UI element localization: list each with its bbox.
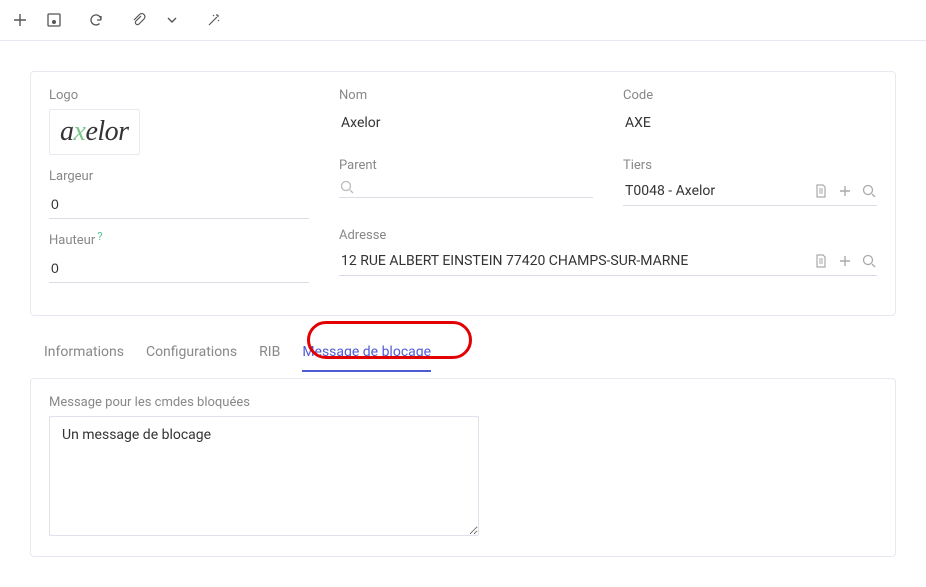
adresse-value[interactable]: 12 RUE ALBERT EINSTEIN 77420 CHAMPS-SUR-… bbox=[339, 249, 807, 273]
hauteur-label: Hauteur? bbox=[49, 233, 309, 248]
main-card: Logo axelor Largeur Hauteur? Nom Axelor … bbox=[30, 71, 896, 316]
largeur-label: Largeur bbox=[49, 169, 309, 184]
logo-field: Logo axelor bbox=[49, 88, 309, 155]
document-icon bbox=[813, 183, 829, 199]
hauteur-field: Hauteur? bbox=[49, 233, 309, 283]
tiers-value[interactable]: T0048 - Axelor bbox=[623, 179, 807, 203]
document-icon bbox=[813, 253, 829, 269]
plus-icon bbox=[837, 183, 853, 199]
toolbar bbox=[0, 0, 926, 41]
tab-configurations[interactable]: Configurations bbox=[146, 334, 237, 372]
adresse-label: Adresse bbox=[339, 228, 877, 243]
paperclip-icon bbox=[130, 12, 146, 28]
tab-informations[interactable]: Informations bbox=[44, 334, 124, 372]
adresse-field: Adresse 12 RUE ALBERT EINSTEIN 77420 CHA… bbox=[339, 228, 877, 283]
search-icon bbox=[339, 179, 355, 195]
tab-message-blocage[interactable]: Message de blocage bbox=[302, 334, 431, 372]
magic-button[interactable] bbox=[198, 6, 230, 34]
parent-value[interactable] bbox=[365, 183, 593, 191]
blocage-textarea[interactable] bbox=[49, 416, 479, 536]
code-value: AXE bbox=[623, 109, 877, 137]
tab-rib[interactable]: RIB bbox=[259, 334, 280, 372]
blocage-label: Message pour les cmdes bloquées bbox=[49, 395, 877, 410]
logo-part-x: x bbox=[74, 116, 86, 147]
tiers-field: Tiers T0048 - Axelor bbox=[623, 158, 877, 213]
refresh-button[interactable] bbox=[80, 6, 112, 34]
tiers-label: Tiers bbox=[623, 158, 877, 173]
tiers-open-icon[interactable] bbox=[813, 183, 829, 199]
parent-label: Parent bbox=[339, 158, 593, 173]
nom-value: Axelor bbox=[339, 109, 593, 137]
search-icon bbox=[861, 253, 877, 269]
dropdown-button[interactable] bbox=[156, 6, 188, 34]
tiers-search-icon[interactable] bbox=[861, 183, 877, 199]
nom-field: Nom Axelor bbox=[339, 88, 593, 144]
tiers-add-icon[interactable] bbox=[837, 183, 853, 199]
form-content: Logo axelor Largeur Hauteur? Nom Axelor … bbox=[0, 41, 926, 587]
logo-image[interactable]: axelor bbox=[49, 109, 140, 155]
nom-label: Nom bbox=[339, 88, 593, 103]
tab-content-blocage: Message pour les cmdes bloquées bbox=[30, 378, 896, 557]
refresh-icon bbox=[88, 12, 104, 28]
search-icon bbox=[861, 183, 877, 199]
adresse-search-icon[interactable] bbox=[861, 253, 877, 269]
parent-search-icon[interactable] bbox=[339, 179, 355, 195]
adresse-add-icon[interactable] bbox=[837, 253, 853, 269]
help-icon[interactable]: ? bbox=[97, 230, 102, 243]
plus-icon bbox=[837, 253, 853, 269]
hauteur-input[interactable] bbox=[49, 254, 309, 283]
hauteur-label-text: Hauteur bbox=[49, 233, 95, 248]
save-button[interactable] bbox=[38, 6, 70, 34]
caret-down-icon bbox=[166, 14, 178, 26]
largeur-input[interactable] bbox=[49, 190, 309, 219]
new-button[interactable] bbox=[4, 6, 36, 34]
logo-part-elor: elor bbox=[85, 116, 128, 147]
code-label: Code bbox=[623, 88, 877, 103]
parent-field: Parent bbox=[339, 158, 593, 213]
attach-button[interactable] bbox=[122, 6, 154, 34]
save-icon bbox=[46, 12, 62, 28]
largeur-field: Largeur bbox=[49, 169, 309, 219]
tabs: Informations Configurations RIB Message … bbox=[30, 334, 896, 372]
logo-part-a: a bbox=[60, 116, 74, 147]
adresse-open-icon[interactable] bbox=[813, 253, 829, 269]
logo-label: Logo bbox=[49, 88, 309, 103]
wand-icon bbox=[206, 12, 222, 28]
code-field: Code AXE bbox=[623, 88, 877, 144]
plus-icon bbox=[12, 12, 28, 28]
